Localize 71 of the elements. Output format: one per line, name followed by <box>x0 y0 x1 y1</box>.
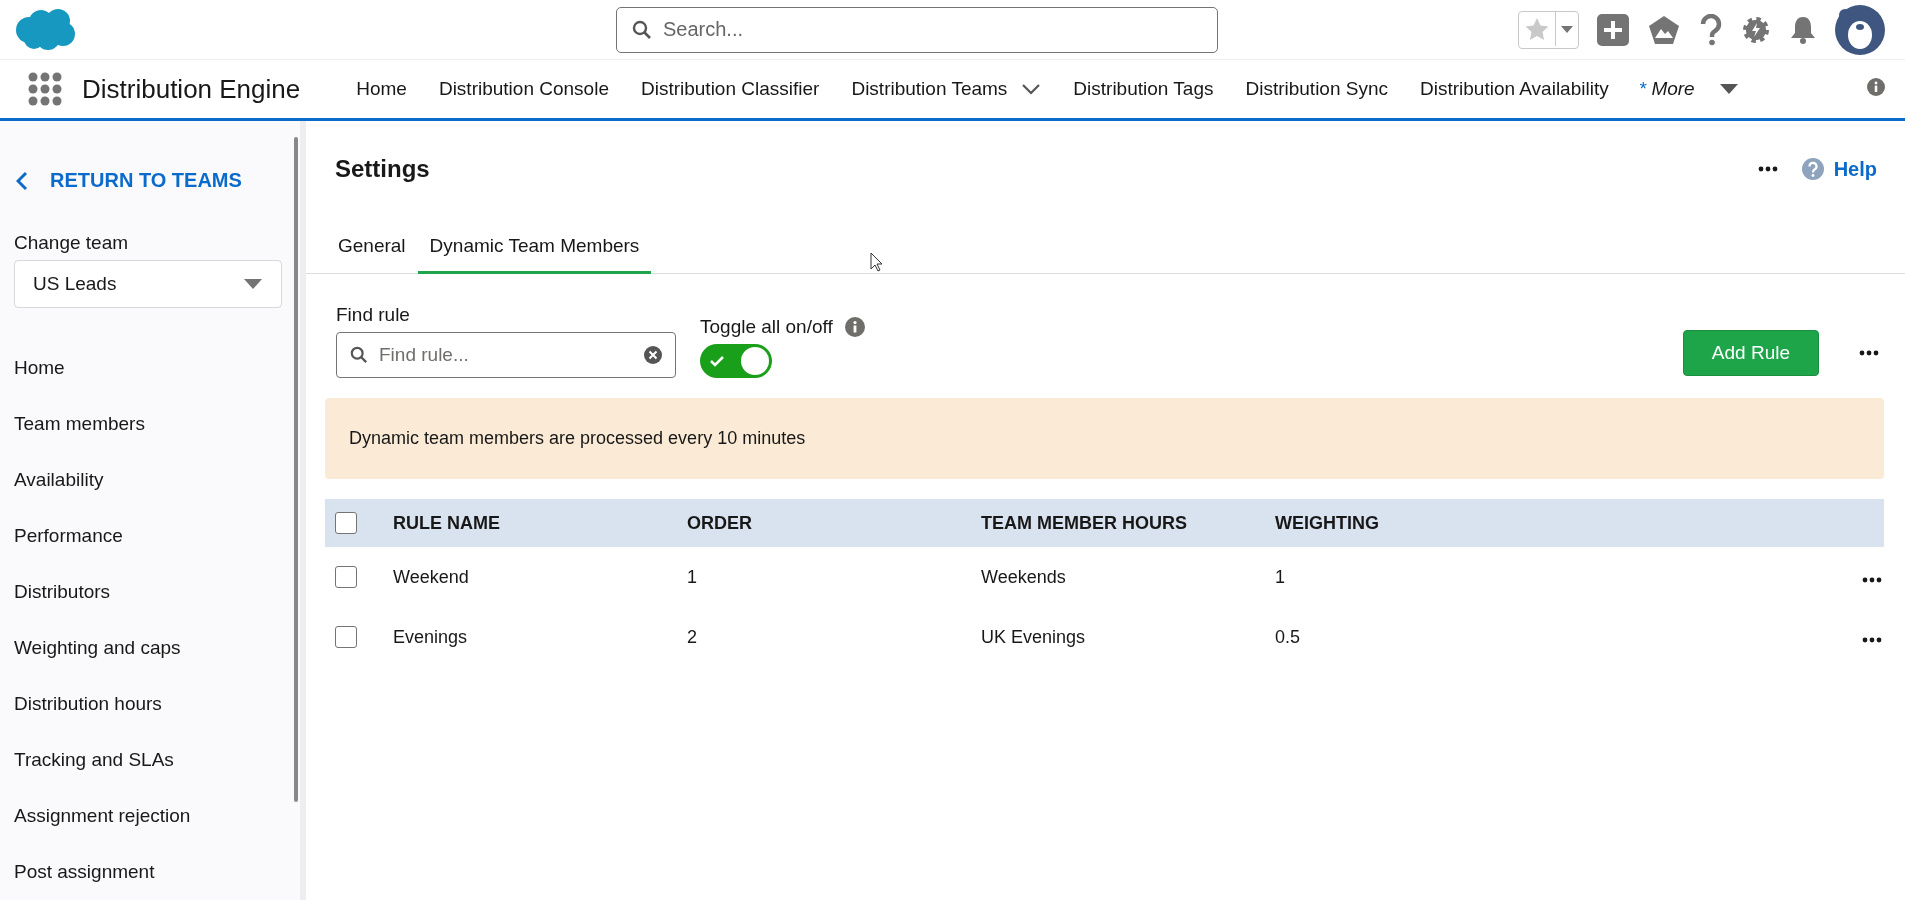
field-label: Find rule <box>336 304 411 326</box>
search-field[interactable]: Search... <box>616 6 1218 53</box>
tab[interactable]: General <box>326 235 418 274</box>
column-header: TEAM MEMBER HOURS <box>981 512 1187 533</box>
table-cell: 1 <box>687 566 697 587</box>
find-rule-field[interactable]: Find rule... <box>336 332 676 378</box>
column-header: WEIGHTING <box>1275 512 1379 533</box>
field-label: Toggle all on/off <box>700 316 833 338</box>
nav-tab[interactable]: Distribution Teams <box>835 78 1058 100</box>
nav-tab[interactable]: Distribution Console <box>422 78 625 100</box>
info-banner: Dynamic team members are processed every 10 minutes <box>325 398 1884 479</box>
nav-tab[interactable]: Distribution Availability <box>1404 78 1625 100</box>
info-icon <box>844 317 865 337</box>
sidebar-item[interactable]: Home <box>14 357 65 378</box>
bell-icon[interactable] <box>1789 14 1817 45</box>
more-menu[interactable]: * More <box>1638 78 1695 100</box>
more-actions-icon[interactable] <box>1862 576 1882 583</box>
caret-down-icon[interactable] <box>1718 83 1739 95</box>
plus-icon[interactable] <box>1597 13 1629 46</box>
table-cell: 1 <box>1275 566 1285 587</box>
search-icon <box>632 19 652 40</box>
sidebar-item[interactable]: Performance <box>14 525 123 546</box>
more-actions-icon[interactable] <box>1862 636 1882 643</box>
tab[interactable]: Dynamic Team Members <box>417 235 652 274</box>
nav-tab[interactable]: Home <box>340 78 423 100</box>
cloud-logo[interactable] <box>14 7 76 52</box>
avatar-icon[interactable] <box>1835 4 1885 55</box>
sidebar-item[interactable]: Availability <box>14 469 104 490</box>
caret-down-icon[interactable] <box>243 278 263 290</box>
table-cell: 2 <box>687 626 697 647</box>
sidebar-item[interactable]: Team members <box>14 413 145 434</box>
page-title: Settings <box>335 155 430 183</box>
checkbox[interactable] <box>335 566 357 589</box>
nav-tab[interactable]: Distribution Tags <box>1057 78 1230 100</box>
mountain-icon[interactable] <box>1647 13 1681 46</box>
help-icon[interactable] <box>1699 13 1723 46</box>
sidebar-item[interactable]: Distribution hours <box>14 693 162 714</box>
scrollbar[interactable] <box>294 137 298 802</box>
table-cell: Weekends <box>981 566 1066 587</box>
sidebar-item[interactable]: Distributors <box>14 581 111 602</box>
sidebar-item[interactable]: Post assignment <box>14 861 155 882</box>
cursor-icon <box>870 252 884 272</box>
app-name: Distribution Engine <box>82 73 301 105</box>
nav-tab[interactable]: Distribution Classifier <box>624 78 836 100</box>
column-header: ORDER <box>687 512 752 533</box>
clear-icon[interactable] <box>644 346 662 364</box>
return-link[interactable]: RETURN TO TEAMS <box>50 169 242 192</box>
sidebar-item[interactable]: Weighting and caps <box>14 637 181 658</box>
sidebar-item[interactable]: Assignment rejection <box>14 805 191 826</box>
more-actions-icon[interactable] <box>1859 350 1879 356</box>
table-cell: UK Evenings <box>981 626 1086 647</box>
search-icon <box>350 346 368 364</box>
team-select[interactable]: US Leads <box>14 260 282 308</box>
chevron-left-icon[interactable] <box>16 170 28 191</box>
sidebar-item[interactable]: Tracking and SLAs <box>14 749 174 770</box>
checkbox[interactable] <box>335 512 357 535</box>
chevron-down-icon[interactable] <box>1021 83 1042 95</box>
help-link[interactable]: Help <box>1833 157 1877 181</box>
app-launcher-icon[interactable] <box>28 72 62 106</box>
nav-tab[interactable]: Distribution Sync <box>1229 78 1404 100</box>
info-icon <box>1867 78 1885 96</box>
help-icon[interactable] <box>1801 158 1824 180</box>
table-cell: Evenings <box>393 626 468 647</box>
column-header: RULE NAME <box>393 512 500 533</box>
more-actions-icon[interactable] <box>1757 166 1778 172</box>
table-cell: 0.5 <box>1275 626 1301 647</box>
field-label: Change team <box>14 232 130 254</box>
settings-icon[interactable] <box>1741 14 1771 45</box>
table-cell: Weekend <box>393 566 469 587</box>
checkbox[interactable] <box>335 626 357 649</box>
toggle-switch[interactable] <box>700 344 772 378</box>
